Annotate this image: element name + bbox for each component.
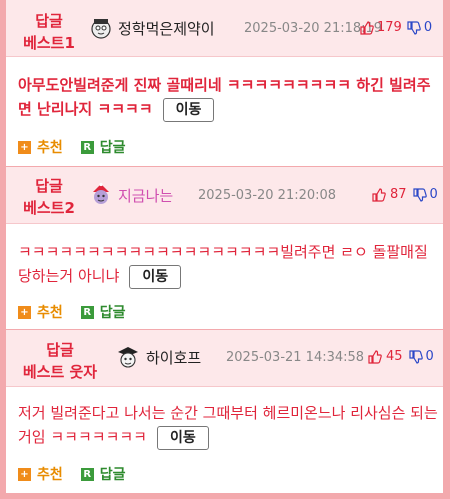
comment-item: 답글 베스트 웃자 하이호프 2025-03-21 14:34:58 45 0 … <box>6 330 443 493</box>
comment-actions: + 추천 R 답글 <box>18 302 144 322</box>
comment-text-block: 아무도안빌려준게 진짜 골때리네 ㅋㅋㅋㅋㅋㅋㅋㅋㅋ 하긴 빌려주면 난리나지 … <box>18 73 438 122</box>
best-badge: 답글 베스트2 <box>14 175 84 219</box>
badge-line1: 답글 <box>35 177 63 195</box>
reply-label: 답글 <box>99 140 126 156</box>
avatar-icon[interactable] <box>89 16 113 40</box>
vote-box: 179 0 <box>360 20 432 35</box>
comment-date: 2025-03-20 21:20:08 <box>198 188 337 203</box>
thumbs-up-icon[interactable] <box>368 349 382 364</box>
badge-line1: 답글 <box>35 12 63 30</box>
thumbs-up-icon[interactable] <box>360 20 374 35</box>
comment-text: 아무도안빌려준게 진짜 골때리네 ㅋㅋㅋㅋㅋㅋㅋㅋㅋ 하긴 빌려주면 난리나지 … <box>18 76 431 118</box>
reply-square-icon: R <box>80 305 94 319</box>
recommend-label: 추천 <box>37 305 63 321</box>
reply-button[interactable]: R 답글 <box>80 137 126 157</box>
comment-text: 저거 빌려준다고 나서는 순간 그때부터 헤르미온느나 리사심슨 되는거임 ㅋㅋ… <box>18 404 438 446</box>
comment-date: 2025-03-21 14:34:58 <box>226 350 365 365</box>
move-button[interactable]: 이동 <box>129 264 182 289</box>
move-button[interactable]: 이동 <box>162 97 215 122</box>
recommend-label: 추천 <box>37 140 63 156</box>
plus-square-icon: + <box>18 467 31 481</box>
recommend-button[interactable]: + 추천 <box>18 137 63 157</box>
best-badge: 답글 베스트1 <box>14 10 84 54</box>
plus-square-icon: + <box>18 140 31 154</box>
best-comments-panel: 답글 베스트1 정학먹은제약이 2025-03-20 21:18:19 179 … <box>6 0 443 493</box>
comment-item: 답글 베스트1 정학먹은제약이 2025-03-20 21:18:19 179 … <box>6 0 443 166</box>
reply-label: 답글 <box>99 305 126 321</box>
comment-text-block: ㅋㅋㅋㅋㅋㅋㅋㅋㅋㅋㅋㅋㅋㅋㅋㅋㅋㅋㅋ빌려주면 ㄹㅇ 돌팔매질 당하는거 아니냐… <box>18 240 438 289</box>
upvote-count: 179 <box>377 20 402 35</box>
comment-text: ㅋㅋㅋㅋㅋㅋㅋㅋㅋㅋㅋㅋㅋㅋㅋㅋㅋㅋㅋ빌려주면 ㄹㅇ 돌팔매질 당하는거 아니냐 <box>18 243 428 285</box>
reply-label: 답글 <box>99 467 126 483</box>
vote-box: 45 0 <box>368 349 434 364</box>
nickname[interactable]: 하이호프 <box>146 347 201 368</box>
thumbs-down-icon[interactable] <box>412 187 427 202</box>
vote-box: 87 0 <box>372 187 438 202</box>
comment-header: 답글 베스트1 정학먹은제약이 2025-03-20 21:18:19 179 … <box>6 0 443 57</box>
avatar-icon[interactable] <box>116 345 140 369</box>
reply-square-icon: R <box>80 140 94 154</box>
comment-body: 아무도안빌려준게 진짜 골때리네 ㅋㅋㅋㅋㅋㅋㅋㅋㅋ 하긴 빌려주면 난리나지 … <box>6 57 443 166</box>
nickname[interactable]: 정학먹은제약이 <box>118 18 215 39</box>
badge-line2: 베스트2 <box>23 199 75 217</box>
badge-line2: 베스트 웃자 <box>22 363 98 381</box>
comment-actions: + 추천 R 답글 <box>18 137 144 157</box>
badge-line1: 답글 <box>46 341 74 359</box>
best-badge: 답글 베스트 웃자 <box>14 339 106 383</box>
comment-header: 답글 베스트 웃자 하이호프 2025-03-21 14:34:58 45 0 <box>6 330 443 387</box>
comment-body: 저거 빌려준다고 나서는 순간 그때부터 헤르미온느나 리사심슨 되는거임 ㅋㅋ… <box>6 387 443 493</box>
downvote-count: 0 <box>425 349 434 364</box>
recommend-button[interactable]: + 추천 <box>18 464 63 484</box>
thumbs-down-icon[interactable] <box>408 349 423 364</box>
move-button[interactable]: 이동 <box>156 425 209 450</box>
plus-square-icon: + <box>18 305 31 319</box>
recommend-button[interactable]: + 추천 <box>18 302 63 322</box>
comment-actions: + 추천 R 답글 <box>18 464 144 484</box>
comment-body: ㅋㅋㅋㅋㅋㅋㅋㅋㅋㅋㅋㅋㅋㅋㅋㅋㅋㅋㅋ빌려주면 ㄹㅇ 돌팔매질 당하는거 아니냐… <box>6 224 443 329</box>
comment-item: 답글 베스트2 지금나는 2025-03-20 21:20:08 87 0 ㅋㅋ… <box>6 167 443 329</box>
comment-text-block: 저거 빌려준다고 나서는 순간 그때부터 헤르미온느나 리사심슨 되는거임 ㅋㅋ… <box>18 401 438 450</box>
downvote-count: 0 <box>429 187 438 202</box>
avatar-icon[interactable] <box>89 182 113 206</box>
recommend-label: 추천 <box>37 467 63 483</box>
nickname[interactable]: 지금나는 <box>118 185 173 206</box>
badge-line2: 베스트1 <box>23 34 75 52</box>
reply-button[interactable]: R 답글 <box>80 464 126 484</box>
upvote-count: 87 <box>390 187 407 202</box>
reply-square-icon: R <box>80 467 94 481</box>
reply-button[interactable]: R 답글 <box>80 302 126 322</box>
thumbs-down-icon[interactable] <box>407 20 421 35</box>
comment-header: 답글 베스트2 지금나는 2025-03-20 21:20:08 87 0 <box>6 167 443 224</box>
upvote-count: 45 <box>386 349 403 364</box>
thumbs-up-icon[interactable] <box>372 187 386 202</box>
downvote-count: 0 <box>423 20 433 35</box>
